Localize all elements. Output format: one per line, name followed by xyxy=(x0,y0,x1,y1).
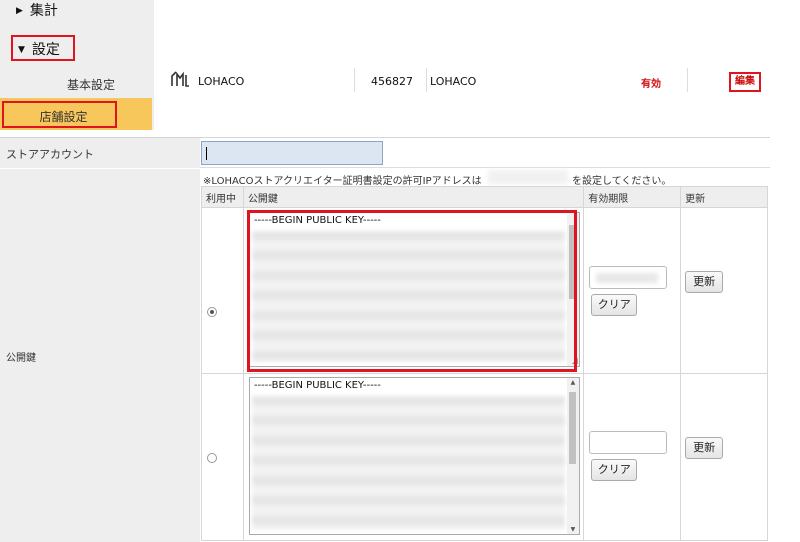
update-cell: 更新 xyxy=(680,373,768,541)
store-account-label: ストアアカウント xyxy=(0,138,200,168)
public-key-textarea[interactable]: -----BEGIN PUBLIC KEY----- ▲ ▼ xyxy=(248,377,580,535)
column-header-public-key: 公開鍵 xyxy=(242,186,585,208)
public-key-label: 公開鍵 xyxy=(6,353,36,364)
store-account-row: ストアアカウント xyxy=(0,138,770,168)
divider xyxy=(426,68,427,92)
redacted-ip xyxy=(488,170,568,184)
nav-settings[interactable]: ▼ 設定 xyxy=(11,35,75,61)
expiry-cell: クリア xyxy=(583,373,682,541)
ip-notice-tail: を設定してください。 xyxy=(572,176,672,187)
nav-store-settings[interactable]: 店舗設定 xyxy=(2,101,117,128)
in-use-cell xyxy=(201,373,244,541)
in-use-radio[interactable] xyxy=(207,453,217,463)
update-button[interactable]: 更新 xyxy=(685,437,724,459)
lohaco-logo-icon xyxy=(171,71,189,87)
scrollbar-thumb[interactable] xyxy=(568,392,576,464)
ip-notice: ※LOHACOストアクリエイター証明書設定の許可IPアドレスは xyxy=(203,176,482,187)
store-name: LOHACO xyxy=(430,75,477,88)
nav-settings-label: 設定 xyxy=(31,42,60,58)
scroll-up-icon[interactable]: ▲ xyxy=(567,379,579,386)
column-header-in-use: 利用中 xyxy=(201,186,244,208)
expiry-date-input[interactable] xyxy=(589,266,668,289)
column-header-expiry: 有効期限 xyxy=(583,186,682,208)
status-badge: 有効 xyxy=(641,79,661,90)
update-button[interactable]: 更新 xyxy=(685,271,724,293)
text-caret xyxy=(206,147,207,160)
store-account-input[interactable] xyxy=(201,141,383,165)
update-cell: 更新 xyxy=(680,207,768,374)
scroll-down-icon[interactable]: ▼ xyxy=(567,526,579,533)
store-id: 456827 xyxy=(371,75,413,88)
key-cell: -----BEGIN PUBLIC KEY----- ▲ ▼ xyxy=(242,373,585,541)
expiry-cell: クリア xyxy=(583,207,682,374)
divider xyxy=(354,68,355,92)
store-logo-name: LOHACO xyxy=(198,75,245,88)
expanded-triangle-icon: ▼ xyxy=(18,45,25,55)
collapsed-triangle-icon: ▶ xyxy=(16,6,23,16)
scrollbar[interactable]: ▲ ▼ xyxy=(566,378,579,534)
column-header-update: 更新 xyxy=(680,186,768,208)
highlight-frame xyxy=(247,210,577,372)
clear-button[interactable]: クリア xyxy=(591,459,638,481)
expiry-date-input[interactable] xyxy=(589,431,668,454)
redacted-key xyxy=(251,396,565,530)
nav-basic-settings[interactable]: 基本設定 xyxy=(14,76,168,93)
key-header-text: -----BEGIN PUBLIC KEY----- xyxy=(253,380,381,391)
public-key-label-cell: 公開鍵 xyxy=(0,169,200,542)
divider xyxy=(687,68,688,92)
nav-summary-label: 集計 xyxy=(29,3,58,19)
nav-summary[interactable]: ▶ 集計 xyxy=(16,0,170,20)
clear-button[interactable]: クリア xyxy=(591,294,638,316)
in-use-radio[interactable] xyxy=(207,307,217,317)
table-row: -----BEGIN PUBLIC KEY----- ▲ ▼ クリア 更新 xyxy=(201,373,768,541)
store-row: LOHACO 456827 LOHACO 有効 編集 xyxy=(154,62,770,98)
edit-button[interactable]: 編集 xyxy=(729,72,761,92)
redacted-date xyxy=(596,273,659,283)
in-use-cell xyxy=(201,207,244,374)
